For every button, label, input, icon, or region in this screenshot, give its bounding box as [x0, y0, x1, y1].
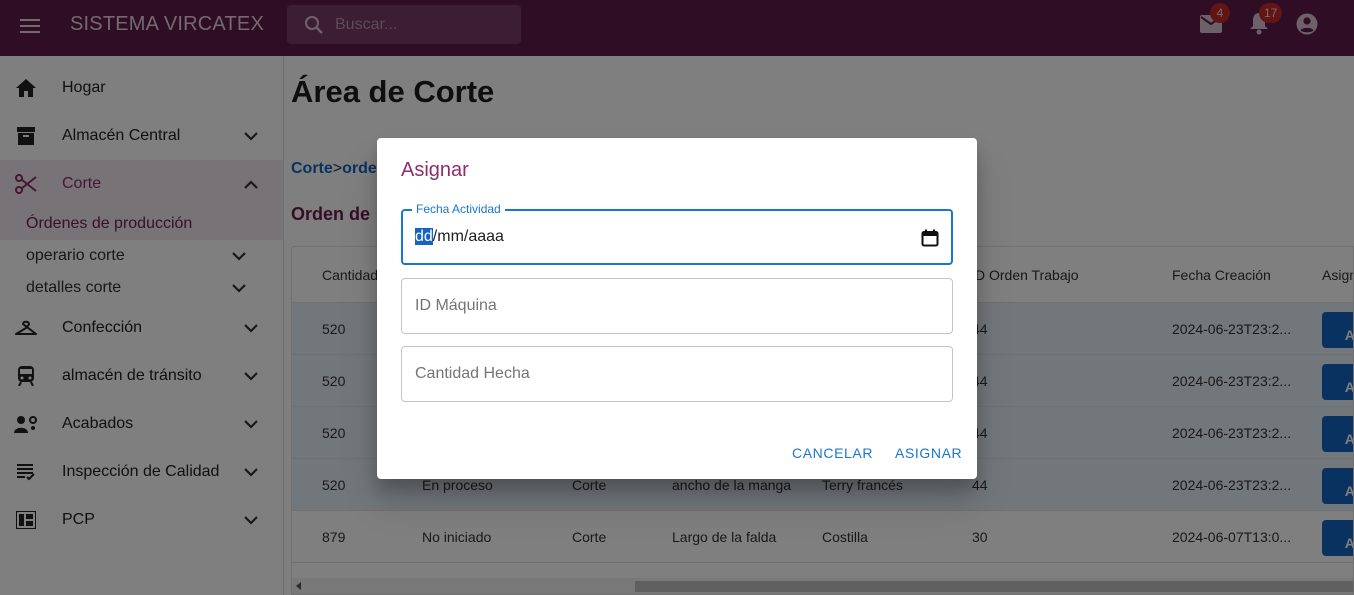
date-rest-segment[interactable]: /mm/aaaa	[433, 228, 504, 245]
assign-dialog: Asignar Fecha Actividad dd/mm/aaaa ID Má…	[377, 138, 977, 479]
cancel-button[interactable]: CANCELAR	[792, 445, 873, 461]
quantity-done-placeholder: Cantidad Hecha	[415, 365, 530, 382]
date-day-segment[interactable]: dd	[415, 228, 433, 245]
date-activity-field[interactable]: Fecha Actividad dd/mm/aaaa	[401, 202, 953, 265]
date-field-label: Fecha Actividad	[412, 202, 505, 216]
dialog-title: Asignar	[401, 159, 469, 181]
machine-id-placeholder: ID Máquina	[415, 297, 497, 314]
machine-id-field[interactable]: ID Máquina	[401, 278, 953, 334]
quantity-done-field[interactable]: Cantidad Hecha	[401, 346, 953, 402]
date-input[interactable]: dd/mm/aaaa	[415, 228, 504, 246]
calendar-icon[interactable]	[921, 229, 939, 247]
assign-button[interactable]: ASIGNAR	[895, 445, 962, 461]
